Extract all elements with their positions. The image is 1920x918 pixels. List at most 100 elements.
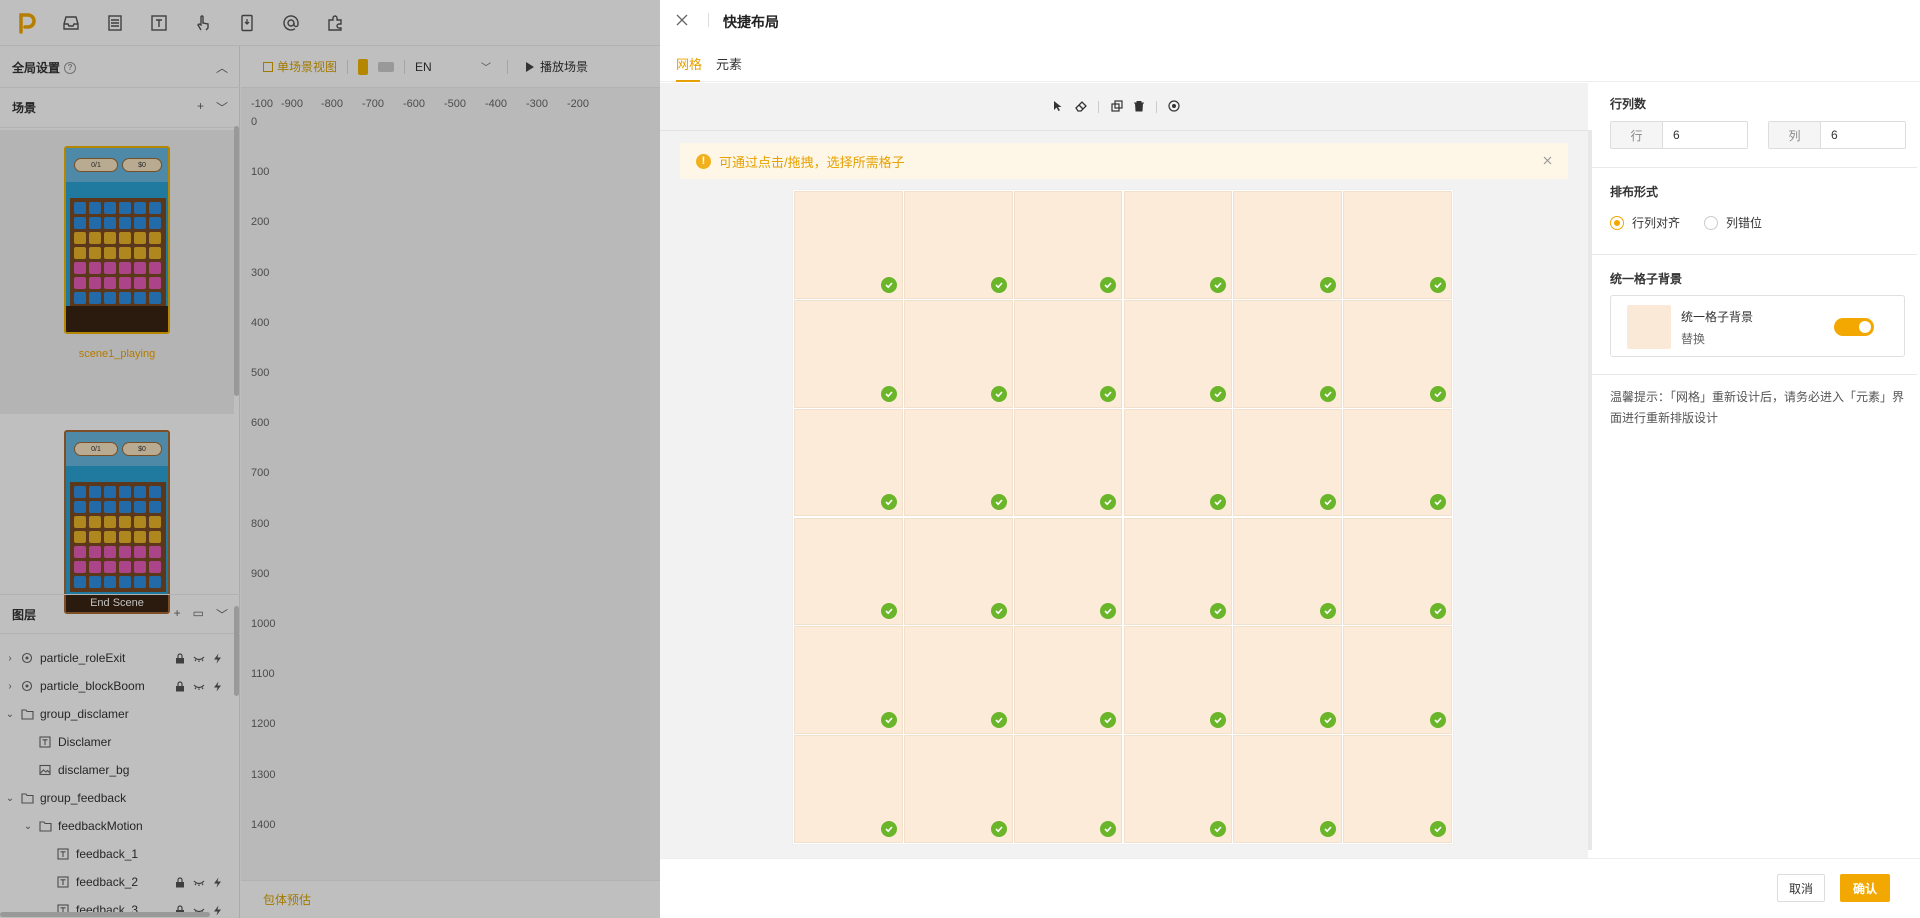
grid-cell[interactable]	[794, 735, 903, 843]
copy-icon[interactable]	[1110, 99, 1124, 113]
close-icon[interactable]	[1540, 153, 1554, 167]
grid-cell[interactable]	[903, 517, 1013, 626]
rows-cols-title: 行列数	[1610, 97, 1647, 111]
tab-elements[interactable]: 元素	[716, 54, 742, 73]
check-icon	[1210, 603, 1227, 620]
uniform-bg-card: 统一格子背景 替换	[1610, 295, 1905, 357]
quick-layout-modal: 快捷布局 网格 元素 ! 可通过点击/拖拽，选择所需格子 行列数 行 6 列 6…	[660, 0, 1920, 918]
check-icon	[880, 494, 897, 511]
grid-cell[interactable]	[1233, 735, 1343, 843]
check-icon	[990, 494, 1007, 511]
check-icon	[1320, 603, 1337, 620]
grid-cell[interactable]	[1343, 735, 1452, 843]
check-icon	[1210, 712, 1227, 729]
grid-workspace: ! 可通过点击/拖拽，选择所需格子	[660, 83, 1588, 858]
check-icon	[1210, 385, 1227, 402]
check-icon	[1429, 712, 1446, 729]
grid-cell[interactable]	[1123, 299, 1233, 408]
grid-cell[interactable]	[1343, 191, 1452, 299]
rows-input-group: 行 6	[1610, 121, 1748, 149]
modal-footer: 取消 确认	[660, 858, 1920, 918]
grid-cell[interactable]	[903, 191, 1013, 299]
bg-swatch[interactable]	[1627, 305, 1671, 349]
check-icon	[1100, 712, 1117, 729]
check-icon	[1210, 276, 1227, 293]
grid-cell[interactable]	[1343, 517, 1452, 626]
grid-cell[interactable]	[1343, 299, 1452, 408]
grid-cell[interactable]	[1123, 735, 1233, 843]
grid-cell[interactable]	[794, 517, 903, 626]
check-icon	[1100, 276, 1117, 293]
check-icon	[880, 385, 897, 402]
grid-cell[interactable]	[1013, 191, 1123, 299]
grid-cell[interactable]	[794, 408, 903, 517]
cols-input-group: 列 6	[1768, 121, 1906, 149]
grid-cell[interactable]	[1123, 191, 1233, 299]
grid-cell[interactable]	[1343, 408, 1452, 517]
check-icon	[990, 276, 1007, 293]
radio-selected-icon	[1610, 215, 1624, 230]
check-icon	[1429, 494, 1446, 511]
grid-cell[interactable]	[1233, 299, 1343, 408]
grid-cell[interactable]	[1233, 408, 1343, 517]
check-icon	[1210, 494, 1227, 511]
check-icon	[1100, 603, 1117, 620]
grid-cell[interactable]	[794, 299, 903, 408]
check-icon	[1320, 385, 1337, 402]
grid-cell[interactable]	[794, 626, 903, 735]
confirm-button[interactable]: 确认	[1840, 874, 1890, 902]
grid-cell[interactable]	[1123, 626, 1233, 735]
delete-icon[interactable]	[1132, 99, 1146, 113]
close-icon[interactable]	[674, 12, 690, 28]
grid-cell[interactable]	[1123, 408, 1233, 517]
check-icon	[1100, 385, 1117, 402]
radio-row-align-label: 行列对齐	[1632, 216, 1681, 230]
check-icon	[1210, 820, 1227, 837]
check-icon	[880, 603, 897, 620]
radio-row-align[interactable]: 行列对齐	[1610, 214, 1680, 231]
cols-label: 列	[1769, 122, 1821, 148]
radio-col-offset[interactable]: 列错位	[1704, 214, 1762, 231]
eraser-icon[interactable]	[1074, 99, 1088, 113]
replace-link[interactable]: 替换	[1681, 330, 1705, 347]
target-icon[interactable]	[1167, 99, 1181, 113]
check-icon	[880, 276, 897, 293]
layout-grid	[792, 189, 1454, 845]
grid-cell[interactable]	[1233, 626, 1343, 735]
grid-toolbar	[660, 83, 1588, 131]
modal-overlay[interactable]	[0, 0, 660, 918]
check-icon	[990, 820, 1007, 837]
grid-cell[interactable]	[903, 299, 1013, 408]
tip-text: 温馨提示：「网格」重新设计后，请务必进入「元素」界面进行重新排版设计	[1610, 390, 1905, 425]
check-icon	[1429, 820, 1446, 837]
grid-cell[interactable]	[903, 735, 1013, 843]
check-icon	[1100, 820, 1117, 837]
tab-active-indicator	[676, 80, 700, 82]
grid-cell[interactable]	[1233, 517, 1343, 626]
uniform-bg-name: 统一格子背景	[1681, 310, 1754, 324]
tab-grid[interactable]: 网格	[676, 54, 702, 73]
grid-cell[interactable]	[1123, 517, 1233, 626]
cols-input[interactable]: 6	[1821, 122, 1905, 148]
grid-cell[interactable]	[1233, 191, 1343, 299]
check-icon	[1429, 385, 1446, 402]
check-icon	[990, 603, 1007, 620]
uniform-bg-toggle[interactable]	[1834, 318, 1874, 336]
cancel-button[interactable]: 取消	[1777, 874, 1825, 902]
grid-cell[interactable]	[1013, 735, 1123, 843]
grid-cell[interactable]	[903, 626, 1013, 735]
check-icon	[1320, 494, 1337, 511]
grid-cell[interactable]	[794, 191, 903, 299]
grid-cell[interactable]	[1343, 626, 1452, 735]
grid-cell[interactable]	[1013, 299, 1123, 408]
layout-form-title: 排布形式	[1610, 185, 1659, 199]
rows-input[interactable]: 6	[1663, 122, 1747, 148]
grid-cell[interactable]	[1013, 626, 1123, 735]
grid-cell[interactable]	[1013, 408, 1123, 517]
modal-header: 快捷布局	[660, 0, 1920, 40]
grid-cell[interactable]	[903, 408, 1013, 517]
grid-cell[interactable]	[1013, 517, 1123, 626]
hint-alert: ! 可通过点击/拖拽，选择所需格子	[680, 143, 1568, 179]
pointer-icon[interactable]	[1051, 99, 1065, 113]
modal-tabs: 网格 元素	[660, 44, 1920, 82]
